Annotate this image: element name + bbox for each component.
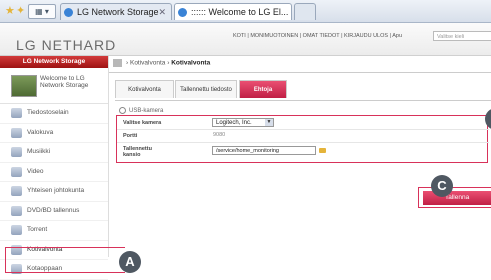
browser-tab-label: LG Network Storage — [77, 7, 159, 17]
tab-ehtoja[interactable]: Ehtoja — [239, 80, 287, 98]
breadcrumb: › Kotivalvonta › Kotivalvonta — [113, 59, 210, 67]
highlight-box-c — [418, 187, 491, 208]
highlight-box-a — [5, 247, 125, 273]
sidebar-item-label: Valokuva — [27, 128, 54, 136]
callout-a: A — [119, 251, 141, 273]
content-tabs: Kotivalvonta Tallennettu tiedosto Ehtoja — [115, 78, 491, 101]
folder-browse-icon[interactable] — [319, 148, 326, 153]
camera-settings-form: Valitse kamera Logitech, Inc. ▼ Portti 9… — [116, 115, 489, 163]
camera-select[interactable]: Logitech, Inc. ▼ — [212, 118, 274, 127]
photo-icon — [11, 127, 22, 138]
sidebar-item-label: Tiedostoselain — [27, 109, 69, 116]
callout-c: C — [431, 175, 453, 197]
radio-icon[interactable] — [119, 107, 126, 114]
tab-tallennettu[interactable]: Tallennettu tiedosto — [175, 80, 237, 98]
language-select[interactable]: Valitse kieli — [433, 31, 491, 41]
sidebar-item-label: DVD/BD tallennus — [27, 206, 80, 214]
ie-icon — [178, 8, 187, 17]
home-icon[interactable] — [113, 59, 122, 67]
star-icon[interactable]: ★ — [5, 5, 15, 17]
camera-label: Valitse kamera — [123, 120, 162, 126]
sidebar-item-torrent[interactable]: Torrent — [0, 221, 108, 241]
folder-icon — [11, 108, 22, 118]
sidebar-profile: Welcome to LG Network Storage — [0, 68, 108, 104]
port-value: 9080 — [213, 132, 226, 138]
sidebar-item-yhteisen[interactable]: Yhteisen johtokunta — [0, 182, 108, 202]
welcome-text: Welcome to LG Network Storage — [40, 75, 89, 89]
usb-camera-option[interactable]: USB-kamera — [119, 107, 163, 114]
music-icon — [11, 147, 22, 157]
profile-image — [11, 75, 37, 97]
new-tab-button[interactable] — [294, 3, 316, 20]
sidebar: LG Network Storage Welcome to LG Network… — [0, 56, 109, 280]
sidebar-item-valokuva[interactable]: Valokuva — [0, 124, 108, 143]
logo: LG NETHARD — [16, 37, 117, 53]
sidebar-title: LG Network Storage — [0, 56, 108, 68]
sidebar-item-tiedostoselain[interactable]: Tiedostoselain — [0, 104, 108, 124]
torrent-icon — [11, 225, 22, 235]
browser-tab-lg-storage[interactable]: LG Network Storage ✕ — [60, 3, 172, 20]
top-links[interactable]: KOTI | MONIMUOTOINEN | OMAT TIEDOT | KIR… — [233, 33, 402, 39]
close-tab-icon[interactable]: ✕ — [158, 4, 166, 20]
sidebar-item-label: Video — [27, 167, 44, 175]
video-icon — [11, 166, 22, 177]
board-icon — [11, 186, 22, 196]
port-label: Portti — [123, 133, 138, 139]
disc-icon — [11, 205, 22, 216]
browser-tab-bar: ★ ✦ ▦ ▾ LG Network Storage ✕ :::::: Welc… — [0, 0, 491, 23]
tab-kotivalvonta[interactable]: Kotivalvonta — [115, 80, 174, 98]
sidebar-item-label: Torrent — [27, 226, 48, 233]
app-header: LG NETHARD KOTI | MONIMUOTOINEN | OMAT T… — [0, 23, 491, 56]
browser-tab-label: :::::: Welcome to LG El... — [191, 7, 289, 17]
form-row-path: Tallennettu kansio /service/home_monitor… — [117, 143, 489, 161]
form-row-port: Portti 9080 — [117, 130, 489, 143]
sidebar-item-musiikki[interactable]: Musiikki — [0, 143, 108, 163]
ie-icon — [64, 8, 73, 17]
main-content: › Kotivalvonta › Kotivalvonta Kotivalvon… — [109, 56, 491, 257]
breadcrumb-level1[interactable]: Kotivalvonta — [130, 60, 165, 67]
browser-tab-welcome[interactable]: :::::: Welcome to LG El... — [174, 3, 292, 20]
chevron-down-icon[interactable]: ▼ — [265, 119, 273, 126]
quick-tabs-button[interactable]: ▦ ▾ — [28, 4, 56, 19]
camera-select-value: Logitech, Inc. — [216, 120, 252, 126]
sidebar-item-dvd[interactable]: DVD/BD tallennus — [0, 202, 108, 221]
sidebar-item-label: Musiikki — [27, 148, 51, 155]
divider — [109, 72, 491, 73]
path-input[interactable]: /service/home_monitoring — [212, 146, 316, 155]
sidebar-item-video[interactable]: Video — [0, 163, 108, 182]
breadcrumb-current: Kotivalvonta — [171, 59, 211, 67]
favorites-icon[interactable]: ✦ — [16, 5, 25, 17]
form-row-camera: Valitse kamera Logitech, Inc. ▼ — [117, 116, 489, 130]
usb-label: USB-kamera — [129, 108, 164, 115]
path-label: Tallennettu kansio — [123, 146, 152, 158]
sidebar-item-label: Yhteisen johtokunta — [27, 187, 85, 194]
